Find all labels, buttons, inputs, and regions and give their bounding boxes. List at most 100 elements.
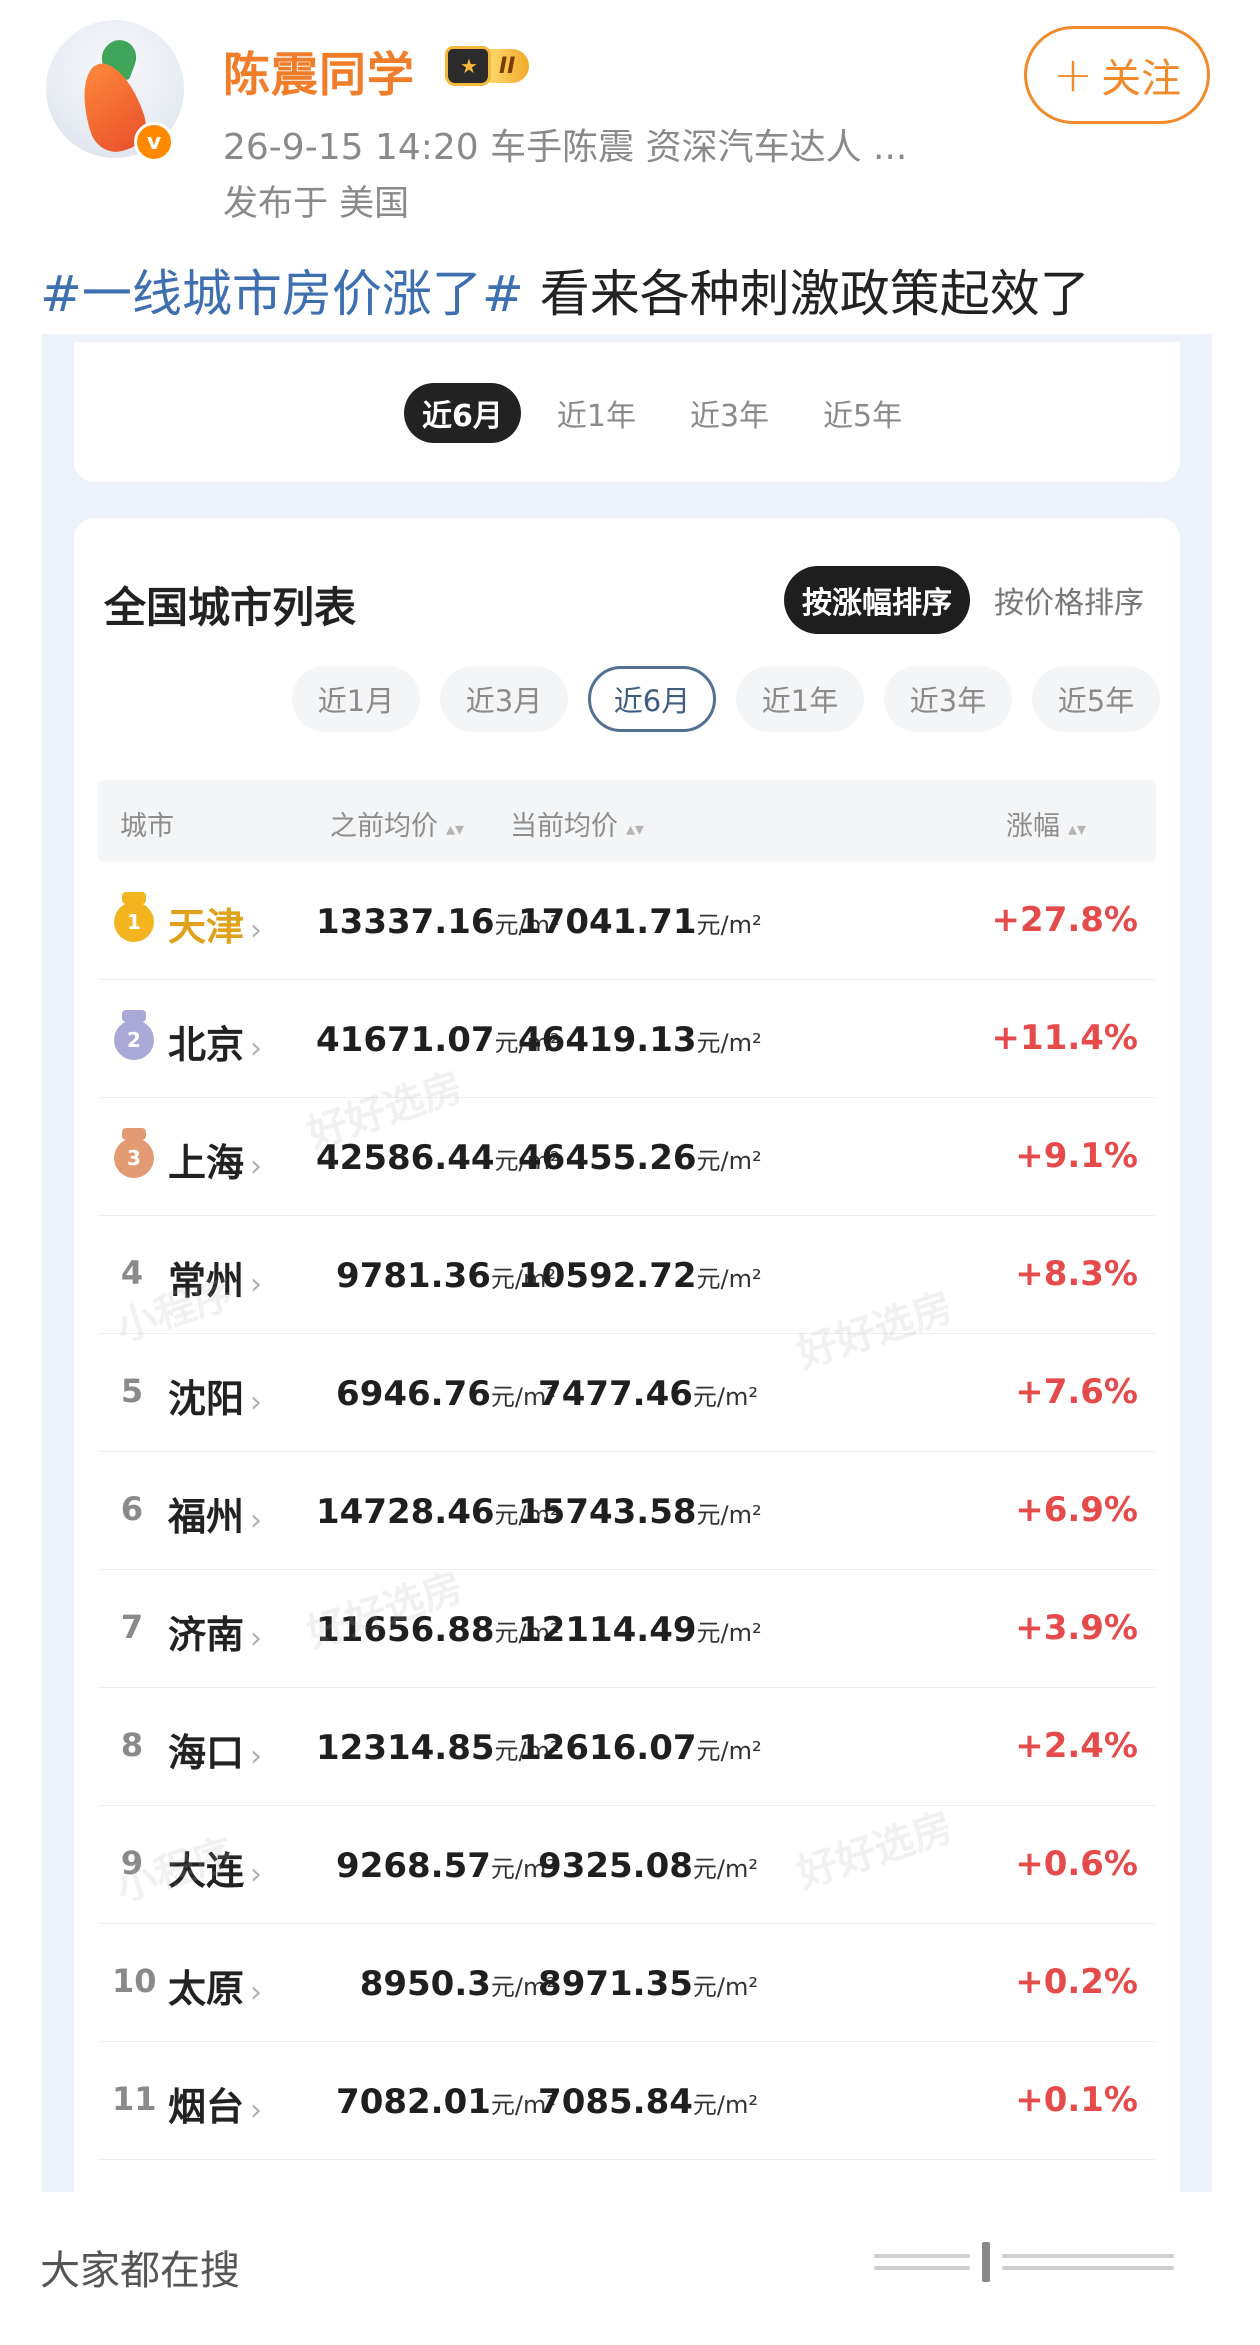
period-pill[interactable]: 近5年 (1032, 666, 1160, 732)
trending-divider-icon (874, 2242, 1174, 2282)
rank-number: 10 (112, 1962, 157, 2000)
verified-icon: v (134, 122, 174, 162)
chevron-right-icon: › (250, 1031, 263, 1066)
rank-number: 8 (120, 1726, 144, 1764)
city-name[interactable]: 沈阳 › (168, 1368, 262, 1423)
col-change[interactable]: 涨幅 ▴▾ (1006, 804, 1086, 843)
change-percent: +9.1% (1015, 1136, 1138, 1176)
current-price: 12616.07元/m² (518, 1728, 762, 1768)
current-price: 8971.35元/m² (538, 1964, 758, 2004)
change-percent: +6.9% (1015, 1490, 1138, 1530)
col-city: 城市 (120, 811, 174, 842)
rank-number: 11 (112, 2080, 157, 2118)
crown-icon (445, 46, 491, 86)
trending-label[interactable]: 大家都在搜 (40, 2238, 240, 2296)
current-price: 7477.46元/m² (538, 1374, 758, 1414)
range-tab[interactable]: 近3年 (672, 383, 787, 443)
table-row[interactable]: 7 济南 › 11656.88元/m² 12114.49元/m² +3.9% (98, 1570, 1156, 1688)
table-row[interactable]: 5 沈阳 › 6946.76元/m² 7477.46元/m² +7.6% (98, 1334, 1156, 1452)
range-tab[interactable]: 近6月 (404, 383, 521, 443)
chevron-right-icon: › (250, 1503, 263, 1538)
chevron-right-icon: › (250, 1267, 263, 1302)
chevron-right-icon: › (250, 1621, 263, 1656)
table-row[interactable]: 11 烟台 › 7082.01元/m² 7085.84元/m² +0.1% (98, 2042, 1156, 2160)
medal-icon: 1 (112, 892, 156, 942)
city-name[interactable]: 海口 › (168, 1722, 262, 1777)
range-tabs: 近6月 近1年 近3年 近5年 (404, 378, 920, 448)
change-percent: +0.2% (1015, 1962, 1138, 2002)
post-text: #一线城市房价涨了# 看来各种刺激政策起效了 (40, 254, 1090, 326)
period-pill[interactable]: 近1年 (736, 666, 864, 732)
vip-badge[interactable]: II (445, 44, 530, 88)
chevron-right-icon: › (250, 2093, 263, 2128)
sort-arrow-icon: ▴▾ (626, 819, 645, 840)
current-price: 46455.26元/m² (518, 1138, 762, 1178)
sort-by-price-button[interactable]: 按价格排序 (976, 566, 1162, 634)
table-row[interactable]: 10 太原 › 8950.3元/m² 8971.35元/m² +0.2% (98, 1924, 1156, 2042)
post-meta: 26-9-15 14:20 车手陈震 资深汽车达人 ... (223, 127, 908, 168)
username[interactable]: 陈震同学 (223, 36, 415, 105)
col-curr[interactable]: 当前均价 ▴▾ (510, 804, 644, 843)
period-pill[interactable]: 近6月 (588, 666, 716, 732)
change-percent: +2.4% (1015, 1726, 1138, 1766)
attached-image[interactable]: 近6月 近1年 近3年 近5年 全国城市列表 按涨幅排序 按价格排序 近1月 近3月 近6… (42, 334, 1212, 2192)
change-percent: +0.1% (1015, 2080, 1138, 2120)
current-price: 46419.13元/m² (518, 1020, 762, 1060)
current-price: 10592.72元/m² (518, 1256, 762, 1296)
change-percent: +8.3% (1015, 1254, 1138, 1294)
chevron-right-icon: › (250, 1975, 263, 2010)
change-percent: +27.8% (991, 900, 1138, 940)
chevron-right-icon: › (250, 1857, 263, 1892)
rank-number: 3 (114, 1138, 154, 1178)
period-pill[interactable]: 近1月 (292, 666, 420, 732)
sort-by-change-button[interactable]: 按涨幅排序 (784, 566, 970, 634)
vip-level: II (489, 49, 530, 83)
list-title: 全国城市列表 (104, 583, 357, 632)
period-pill[interactable]: 近3月 (440, 666, 568, 732)
post-location: 发布于 美国 (223, 184, 410, 224)
city-name[interactable]: 济南 › (168, 1604, 262, 1659)
city-name[interactable]: 北京 › (168, 1014, 262, 1069)
range-card: 近6月 近1年 近3年 近5年 (74, 342, 1180, 482)
table-header: 城市 之前均价 ▴▾ 当前均价 ▴▾ 涨幅 ▴▾ (98, 780, 1156, 862)
hashtag-link[interactable]: #一线城市房价涨了# (40, 265, 524, 323)
table-row[interactable]: 4 常州 › 9781.36元/m² 10592.72元/m² +8.3% (98, 1216, 1156, 1334)
plus-icon: + (1052, 47, 1094, 103)
rank-number: 6 (120, 1490, 144, 1528)
medal-icon: 3 (112, 1128, 156, 1178)
table-row[interactable]: 6 福州 › 14728.46元/m² 15743.58元/m² +6.9% (98, 1452, 1156, 1570)
col-prev[interactable]: 之前均价 ▴▾ (330, 804, 464, 843)
period-filter: 近1月 近3月 近6月 近1年 近3年 近5年 (292, 666, 1160, 732)
current-price: 12114.49元/m² (518, 1610, 762, 1650)
city-name[interactable]: 上海 › (168, 1132, 262, 1187)
table-row[interactable]: 9 大连 › 9268.57元/m² 9325.08元/m² +0.6% (98, 1806, 1156, 1924)
rank-number: 2 (114, 1020, 154, 1060)
period-pill[interactable]: 近3年 (884, 666, 1012, 732)
sort-arrow-icon: ▴▾ (446, 819, 465, 840)
chevron-right-icon: › (250, 1149, 263, 1184)
rank-number: 1 (114, 902, 154, 942)
chevron-right-icon: › (250, 1385, 263, 1420)
city-name[interactable]: 烟台 › (168, 2076, 262, 2131)
city-name[interactable]: 天津 › (168, 896, 262, 951)
chevron-right-icon: › (250, 1739, 263, 1774)
current-price: 7085.84元/m² (538, 2082, 758, 2122)
sort-toggle: 按涨幅排序 按价格排序 (784, 566, 1162, 634)
table-row[interactable]: 1 天津 › 13337.16元/m² 17041.71元/m² +27.8% (98, 862, 1156, 980)
city-name[interactable]: 太原 › (168, 1958, 262, 2013)
table-row[interactable]: 8 海口 › 12314.85元/m² 12616.07元/m² +2.4% (98, 1688, 1156, 1806)
chevron-right-icon: › (250, 913, 263, 948)
change-percent: +7.6% (1015, 1372, 1138, 1412)
rank-number: 5 (120, 1372, 144, 1410)
range-tab[interactable]: 近5年 (805, 383, 920, 443)
follow-label: 关注 (1101, 56, 1182, 102)
city-name[interactable]: 福州 › (168, 1486, 262, 1541)
table-row[interactable]: 2 北京 › 41671.07元/m² 46419.13元/m² +11.4% (98, 980, 1156, 1098)
post-body: 看来各种刺激政策起效了 (523, 265, 1090, 323)
current-price: 17041.71元/m² (518, 902, 762, 942)
range-tab[interactable]: 近1年 (539, 383, 654, 443)
current-price: 15743.58元/m² (518, 1492, 762, 1532)
table-row[interactable]: 3 上海 › 42586.44元/m² 46455.26元/m² +9.1% (98, 1098, 1156, 1216)
rank-number: 7 (120, 1608, 144, 1646)
follow-button[interactable]: + 关注 (1024, 26, 1210, 124)
